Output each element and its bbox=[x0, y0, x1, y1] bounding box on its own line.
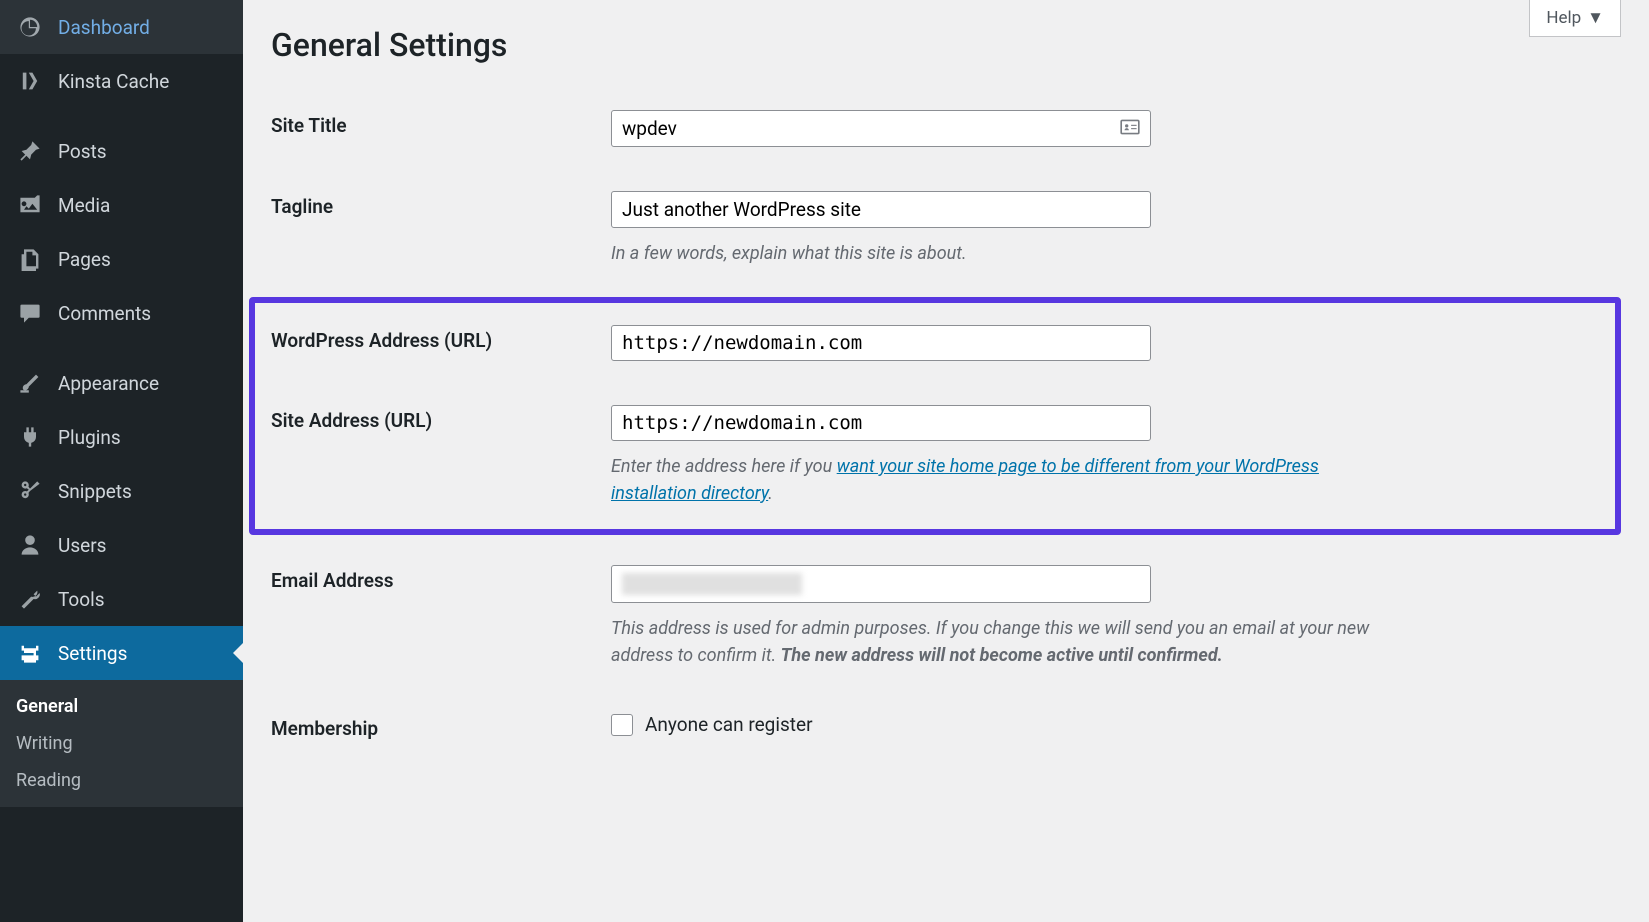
sidebar-label: Posts bbox=[58, 140, 107, 163]
row-email: Email Address This address is used for a… bbox=[271, 543, 1621, 691]
sidebar-item-appearance[interactable]: Appearance bbox=[0, 356, 243, 410]
sidebar-label: Kinsta Cache bbox=[58, 70, 169, 93]
email-input[interactable] bbox=[611, 565, 1151, 603]
sidebar-item-plugins[interactable]: Plugins bbox=[0, 410, 243, 464]
admin-sidebar: Dashboard Kinsta Cache Posts Media Pages… bbox=[0, 0, 243, 922]
row-site-title: Site Title bbox=[271, 88, 1621, 169]
url-highlight-box: WordPress Address (URL) Site Address (UR… bbox=[249, 297, 1621, 535]
email-description: This address is used for admin purposes.… bbox=[611, 615, 1391, 669]
help-label: Help bbox=[1546, 8, 1581, 28]
submenu-item-reading[interactable]: Reading bbox=[0, 762, 243, 799]
help-tab[interactable]: Help ▼ bbox=[1529, 0, 1621, 37]
pages-icon bbox=[16, 245, 44, 273]
plug-icon bbox=[16, 423, 44, 451]
sidebar-item-settings[interactable]: Settings bbox=[0, 626, 243, 680]
sidebar-item-kinsta-cache[interactable]: Kinsta Cache bbox=[0, 54, 243, 108]
sidebar-item-dashboard[interactable]: Dashboard bbox=[0, 0, 243, 54]
sidebar-item-tools[interactable]: Tools bbox=[0, 572, 243, 626]
row-wp-url: WordPress Address (URL) bbox=[271, 303, 1607, 383]
settings-form: Site Title Tagline In a few words, expla… bbox=[271, 88, 1621, 762]
kinsta-icon bbox=[16, 67, 44, 95]
row-tagline: Tagline In a few words, explain what thi… bbox=[271, 169, 1621, 289]
dashboard-icon bbox=[16, 13, 44, 41]
sidebar-item-snippets[interactable]: Snippets bbox=[0, 464, 243, 518]
membership-checkbox[interactable] bbox=[611, 714, 633, 736]
sidebar-item-posts[interactable]: Posts bbox=[0, 124, 243, 178]
scissors-icon bbox=[16, 477, 44, 505]
chevron-down-icon: ▼ bbox=[1587, 8, 1604, 28]
site-title-input[interactable] bbox=[611, 110, 1151, 147]
id-card-icon bbox=[1119, 116, 1141, 142]
media-icon bbox=[16, 191, 44, 219]
sidebar-label: Comments bbox=[58, 302, 151, 325]
label-tagline: Tagline bbox=[271, 191, 611, 218]
sliders-icon bbox=[16, 639, 44, 667]
page-title: General Settings bbox=[271, 0, 1621, 88]
label-site-title: Site Title bbox=[271, 110, 611, 137]
submenu-item-general[interactable]: General bbox=[0, 688, 243, 725]
pin-icon bbox=[16, 137, 44, 165]
sidebar-label: Snippets bbox=[58, 480, 132, 503]
sidebar-label: Appearance bbox=[58, 372, 159, 395]
sidebar-label: Dashboard bbox=[58, 16, 150, 39]
site-url-input[interactable] bbox=[611, 405, 1151, 441]
row-membership: Membership Anyone can register bbox=[271, 691, 1621, 762]
sidebar-label: Users bbox=[58, 534, 106, 557]
row-site-url: Site Address (URL) Enter the address her… bbox=[271, 383, 1607, 529]
sidebar-label: Pages bbox=[58, 248, 111, 271]
sidebar-item-pages[interactable]: Pages bbox=[0, 232, 243, 286]
sidebar-item-users[interactable]: Users bbox=[0, 518, 243, 572]
label-site-url: Site Address (URL) bbox=[271, 405, 611, 432]
sidebar-label: Settings bbox=[58, 642, 127, 665]
settings-submenu: General Writing Reading bbox=[0, 680, 243, 807]
wp-url-input[interactable] bbox=[611, 325, 1151, 361]
sidebar-label: Media bbox=[58, 194, 110, 217]
membership-checkbox-label: Anyone can register bbox=[645, 713, 813, 736]
sidebar-label: Plugins bbox=[58, 426, 121, 449]
main-content: Help ▼ General Settings Site Title Tagli… bbox=[243, 0, 1649, 922]
sidebar-item-media[interactable]: Media bbox=[0, 178, 243, 232]
label-wp-url: WordPress Address (URL) bbox=[271, 325, 611, 352]
wrench-icon bbox=[16, 585, 44, 613]
comments-icon bbox=[16, 299, 44, 327]
tagline-input[interactable] bbox=[611, 191, 1151, 228]
sidebar-item-comments[interactable]: Comments bbox=[0, 286, 243, 340]
redacted-content bbox=[622, 573, 802, 595]
label-membership: Membership bbox=[271, 713, 611, 740]
site-url-description: Enter the address here if you want your … bbox=[611, 453, 1391, 507]
sidebar-label: Tools bbox=[58, 588, 105, 611]
label-email: Email Address bbox=[271, 565, 611, 592]
brush-icon bbox=[16, 369, 44, 397]
tagline-description: In a few words, explain what this site i… bbox=[611, 240, 1391, 267]
user-icon bbox=[16, 531, 44, 559]
submenu-item-writing[interactable]: Writing bbox=[0, 725, 243, 762]
